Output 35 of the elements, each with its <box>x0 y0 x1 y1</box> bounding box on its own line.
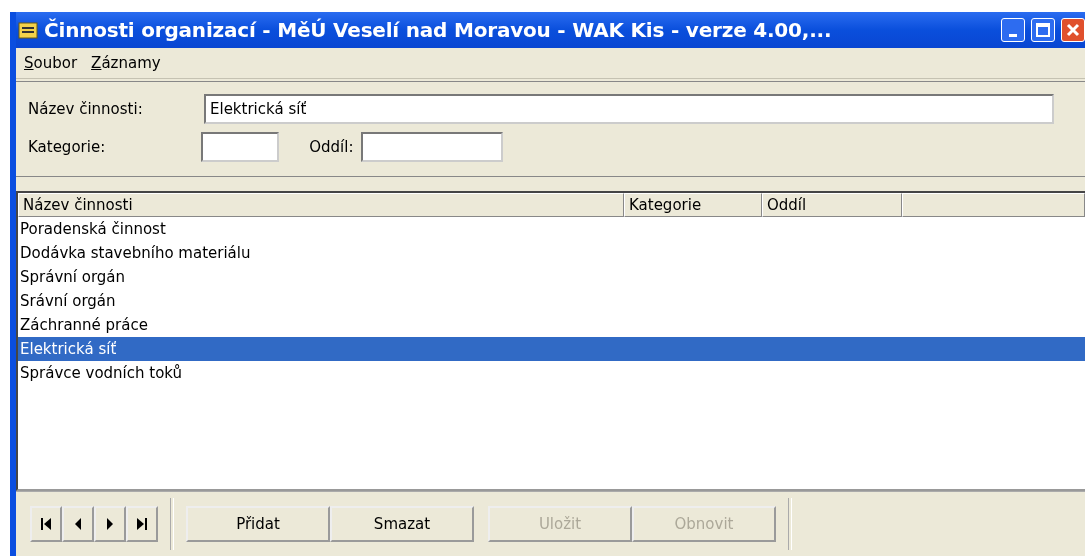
list-row[interactable]: Záchranné práce <box>18 313 1085 337</box>
field-label: Kategorie: <box>28 138 106 156</box>
column-header[interactable]: Oddíl <box>762 193 902 217</box>
skip-start-icon <box>40 517 52 531</box>
action-button[interactable]: Smazat <box>330 506 474 542</box>
triangle-left-icon <box>74 517 82 531</box>
list-row[interactable]: Správce vodních toků <box>18 361 1085 385</box>
triangle-right-icon <box>106 517 114 531</box>
window-title: Činnosti organizací - MěÚ Veselí nad Moravou - WAK Kis - verze 4.00,... <box>44 18 833 42</box>
minimize-icon <box>1009 33 1017 37</box>
column-header[interactable]: Název činnosti <box>18 193 624 217</box>
first-record-button[interactable] <box>30 506 62 542</box>
close-icon <box>1066 23 1080 37</box>
prev-record-button[interactable] <box>62 506 94 542</box>
next-record-button[interactable] <box>94 506 126 542</box>
maximize-icon <box>1036 23 1050 37</box>
minimize-button[interactable] <box>1001 18 1025 42</box>
name-field[interactable]: Elektrická síť <box>204 94 1054 124</box>
close-button[interactable] <box>1061 18 1085 42</box>
category-field[interactable] <box>201 132 280 162</box>
field-label: Název činnosti: <box>28 100 144 118</box>
list-row[interactable]: Poradenská činnost <box>18 217 1085 241</box>
column-header[interactable]: Kategorie <box>624 193 762 217</box>
maximize-button[interactable] <box>1031 18 1055 42</box>
menu-item[interactable]: Záznamy <box>91 54 161 72</box>
list-row[interactable]: Srávní orgán <box>18 289 1085 313</box>
skip-end-icon <box>136 517 148 531</box>
field-label: Oddíl: <box>309 138 354 156</box>
list-row[interactable]: Správní orgán <box>18 265 1085 289</box>
action-button[interactable]: Přidat <box>186 506 330 542</box>
list-row[interactable]: Elektrická síť <box>18 337 1085 361</box>
last-record-button[interactable] <box>126 506 158 542</box>
section-field[interactable] <box>361 132 504 162</box>
list-row[interactable]: Dodávka stavebního materiálu <box>18 241 1085 265</box>
menu-item[interactable]: Soubor <box>24 54 78 72</box>
